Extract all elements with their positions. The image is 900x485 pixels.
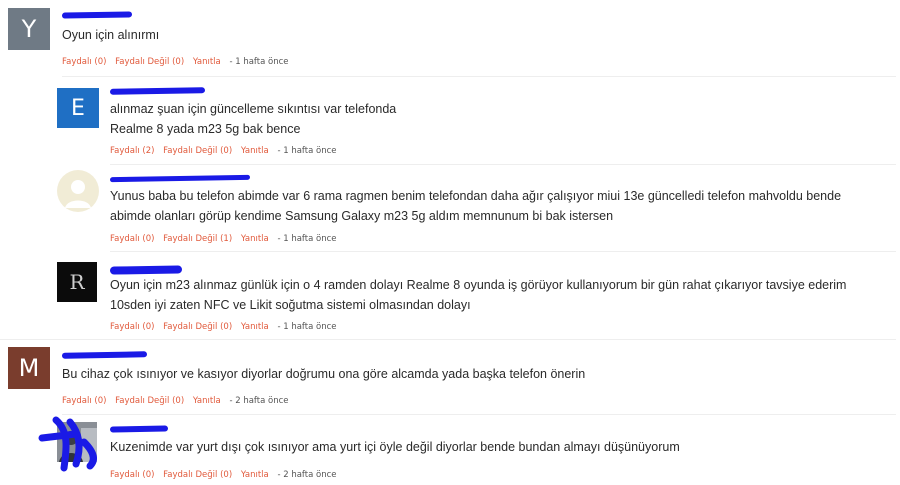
timestamp: - 2 hafta önce: [229, 396, 289, 406]
comment-text: Oyun için m23 alınmaz günlük için o 4 ra…: [110, 278, 847, 312]
helpful-button[interactable]: Faydalı (0): [62, 57, 106, 67]
helpful-button[interactable]: Faydalı (0): [110, 322, 154, 332]
timestamp: - 1 hafta önce: [277, 234, 337, 244]
timestamp: - 1 hafta önce: [277, 146, 337, 156]
comment-actions: Faydalı (0) Faydalı Değil (0) Yanıtla - …: [62, 57, 289, 67]
not-helpful-button[interactable]: Faydalı Değil (0): [163, 322, 232, 332]
avatar: E: [57, 88, 99, 128]
not-helpful-button[interactable]: Faydalı Değil (0): [115, 396, 184, 406]
reply-button[interactable]: Yanıtla: [241, 146, 269, 156]
reply-button[interactable]: Yanıtla: [241, 322, 269, 332]
user-silhouette-icon: [65, 180, 91, 208]
divider: [110, 251, 896, 252]
reply-button[interactable]: Yanıtla: [241, 470, 269, 480]
not-helpful-button[interactable]: Faydalı Değil (0): [163, 146, 232, 156]
divider: [62, 76, 896, 77]
comment-text: Kuzenimde var yurt dışı çok ısınıyor ama…: [110, 440, 680, 454]
author-name-redacted: [109, 265, 183, 275]
not-helpful-button[interactable]: Faydalı Değil (0): [115, 57, 184, 67]
avatar: R: [57, 262, 97, 302]
not-helpful-button[interactable]: Faydalı Değil (0): [163, 470, 232, 480]
reply-button[interactable]: Yanıtla: [193, 57, 221, 67]
comment-actions: Faydalı (0) Faydalı Değil (0) Yanıtla - …: [110, 322, 337, 332]
helpful-button[interactable]: Faydalı (0): [62, 396, 106, 406]
divider: [110, 164, 896, 165]
comment-actions: Faydalı (0) Faydalı Değil (1) Yanıtla - …: [110, 234, 337, 244]
reply-button[interactable]: Yanıtla: [241, 234, 269, 244]
comment-text: Oyun için alınırmı: [62, 28, 160, 42]
avatar: M: [8, 347, 50, 389]
helpful-button[interactable]: Faydalı (0): [110, 234, 154, 244]
author-name-redacted: [109, 425, 169, 433]
redaction-scribble: [38, 416, 97, 472]
comment-text: alınmaz şuan için güncelleme sıkıntısı v…: [110, 102, 397, 136]
author-name-redacted: [109, 174, 251, 183]
avatar: [57, 170, 99, 212]
comment-actions: Faydalı (2) Faydalı Değil (0) Yanıtla - …: [110, 146, 337, 156]
comment-actions: Faydalı (0) Faydalı Değil (0) Yanıtla - …: [110, 470, 337, 480]
not-helpful-button[interactable]: Faydalı Değil (1): [163, 234, 232, 244]
author-name-redacted: [61, 351, 148, 359]
divider: [62, 414, 896, 415]
helpful-button[interactable]: Faydalı (0): [110, 470, 154, 480]
divider: [0, 339, 896, 340]
timestamp: - 2 hafta önce: [277, 470, 337, 480]
avatar: Y: [8, 8, 50, 50]
timestamp: - 1 hafta önce: [277, 322, 337, 332]
author-name-redacted: [109, 87, 206, 95]
reply-button[interactable]: Yanıtla: [193, 396, 221, 406]
comment-actions: Faydalı (0) Faydalı Değil (0) Yanıtla - …: [62, 396, 289, 406]
helpful-button[interactable]: Faydalı (2): [110, 146, 154, 156]
comment-text: Yunus baba bu telefon abimde var 6 rama …: [110, 189, 842, 223]
timestamp: - 1 hafta önce: [229, 57, 289, 67]
comment-text: Bu cihaz çok ısınıyor ve kasıyor diyorla…: [62, 367, 586, 381]
author-name-redacted: [61, 11, 133, 19]
